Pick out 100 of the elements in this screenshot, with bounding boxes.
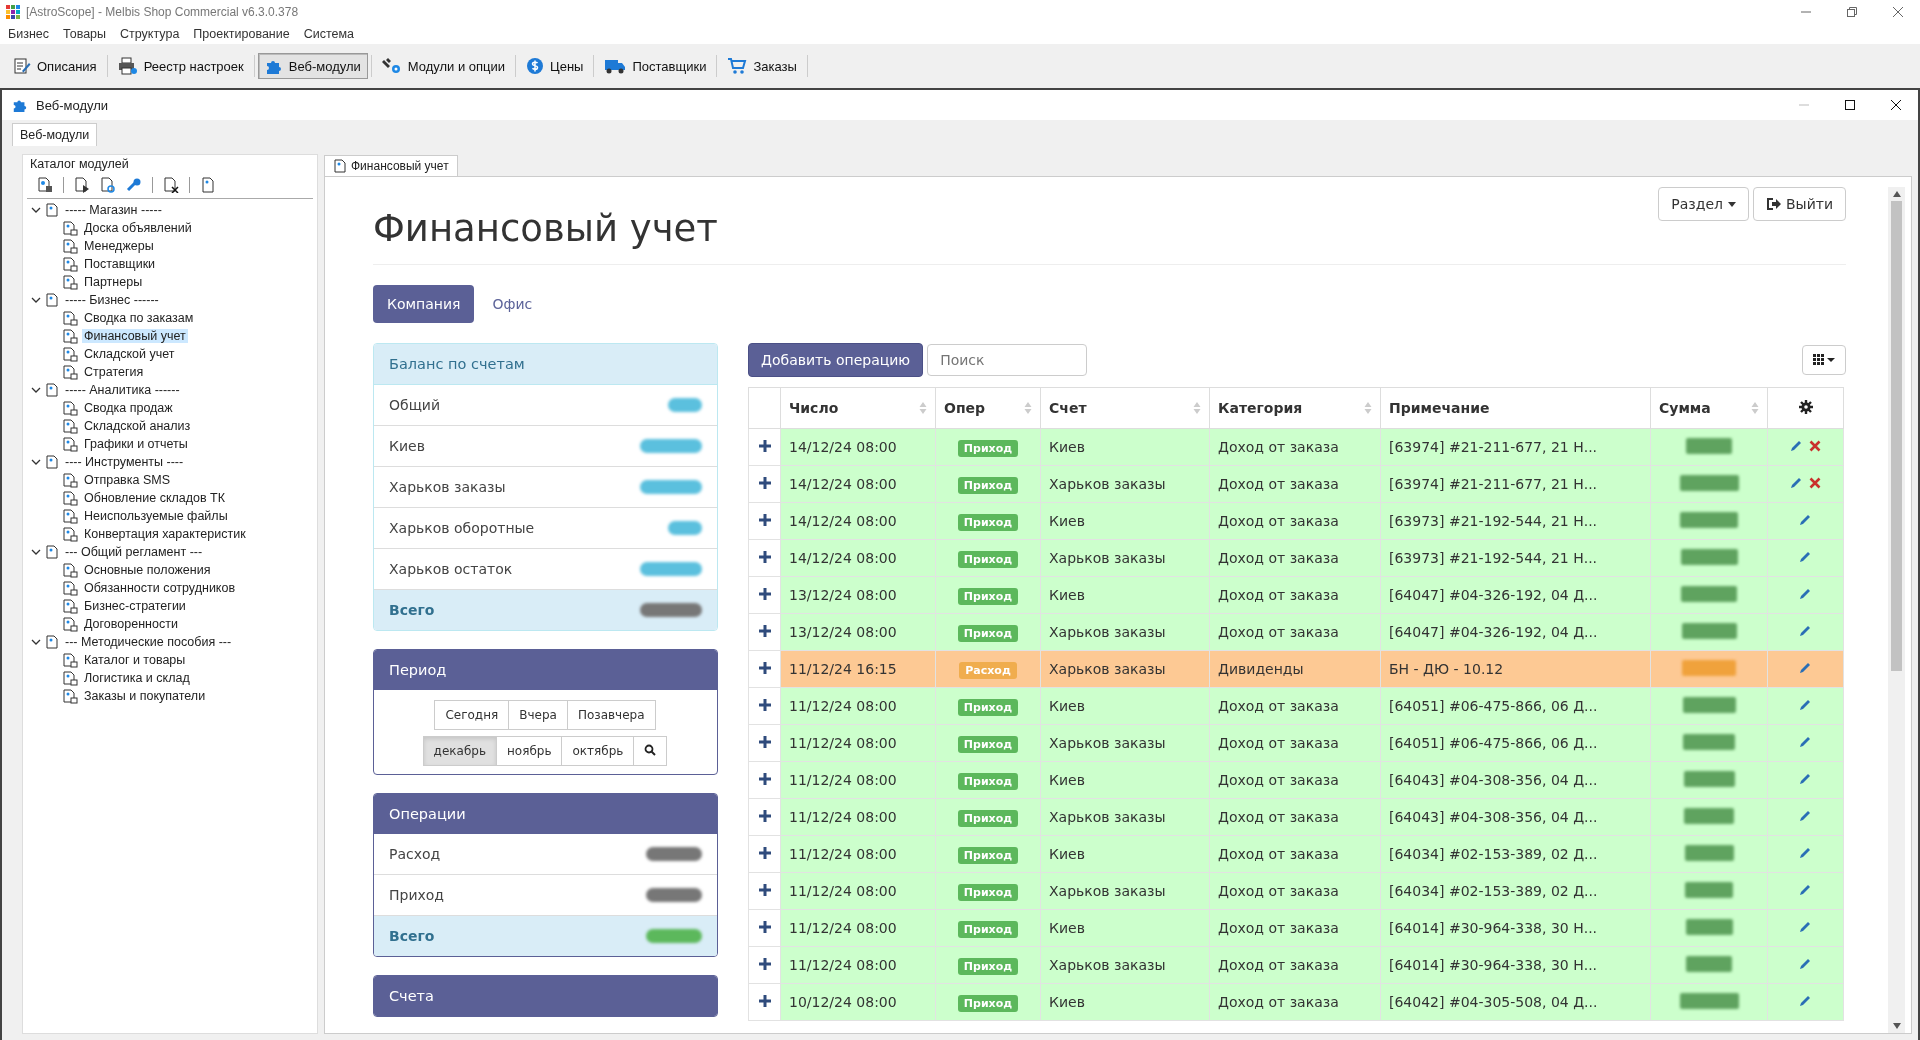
column-header[interactable]: Счет [1049,400,1087,416]
period-button[interactable]: Сегодня [434,700,510,730]
toolbar-button[interactable]: Цены [519,53,591,79]
edit-icon[interactable] [1799,513,1812,526]
period-button[interactable]: Вчера [508,700,568,730]
edit-icon[interactable] [1799,772,1812,785]
plus-icon[interactable] [758,551,771,563]
chevron-icon[interactable] [31,637,41,647]
tree-item[interactable]: Логистика и склад [82,671,192,685]
edit-icon[interactable] [1799,883,1812,896]
tree-item[interactable]: Складской учет [82,347,177,361]
column-header[interactable]: Сумма [1659,400,1711,416]
window-tab[interactable]: Веб-модули [12,123,98,146]
tab[interactable]: Офис [478,285,547,323]
document-tab[interactable]: Финансовый учет [324,155,458,176]
toolbar-button[interactable]: Заказы [720,53,804,79]
document-play-icon[interactable] [74,177,90,193]
close-icon[interactable] [1890,99,1902,111]
toolbar-button[interactable]: Модули и опции [374,53,513,79]
document-database-icon[interactable] [37,177,53,193]
tree-item[interactable]: Заказы и покупатели [82,689,208,703]
edit-icon[interactable] [1799,957,1812,970]
tree-item[interactable]: Менеджеры [82,239,156,253]
plus-icon[interactable] [758,662,771,674]
column-header[interactable]: Опер [944,400,986,416]
tree-item[interactable]: Каталог и товары [82,653,188,667]
tree-item[interactable]: Неиспользуемые файлы [82,509,230,523]
edit-icon[interactable] [1799,809,1812,822]
chevron-icon[interactable] [31,385,41,395]
add-operation-button[interactable]: Добавить операцию [748,343,924,377]
menu-item[interactable]: Структура [120,27,180,41]
tree-item[interactable]: --- Общий регламент --- [63,545,205,559]
plus-icon[interactable] [758,847,771,859]
tree-item[interactable]: Конвертация характеристик [82,527,248,541]
month-button[interactable]: октябрь [561,736,635,766]
document-icon[interactable] [200,177,216,193]
tree-item[interactable]: ---- Инструменты ---- [63,455,186,469]
tree-item[interactable]: Доска объявлений [82,221,194,235]
plus-icon[interactable] [758,773,771,785]
tree-item[interactable]: ----- Бизнес ------ [63,293,161,307]
search-button[interactable] [633,736,668,766]
plus-icon[interactable] [758,625,771,637]
plus-icon[interactable] [758,958,771,970]
tree-item[interactable]: Графики и отчеты [82,437,190,451]
scroll-down-icon[interactable] [1892,1023,1901,1029]
menu-item[interactable]: Бизнес [8,27,50,41]
edit-icon[interactable] [1799,846,1812,859]
tree-item[interactable]: Финансовый учет [82,329,188,343]
toolbar-button[interactable]: Описания [6,53,104,79]
tree-item[interactable]: Сводка по заказам [82,311,196,325]
maximize-icon[interactable] [1844,99,1856,111]
chevron-icon[interactable] [31,205,41,215]
column-header[interactable]: Число [789,400,839,416]
tree-item[interactable]: Основные положения [82,563,213,577]
exit-button[interactable]: Выйти [1753,187,1846,221]
toolbar-button[interactable]: Реестр настроек [110,53,251,79]
chevron-icon[interactable] [31,295,41,305]
search-field[interactable]: Поиск [927,344,1088,376]
column-header[interactable]: Категория [1218,400,1303,416]
plus-icon[interactable] [758,995,771,1007]
edit-icon[interactable] [1799,661,1812,674]
tree-item[interactable]: ----- Магазин ----- [63,203,164,217]
month-button[interactable]: декабрь [422,736,497,766]
tree-item[interactable]: ----- Аналитика ------ [63,383,182,397]
edit-icon[interactable] [1799,920,1812,933]
tree-item[interactable]: Обязанности сотрудников [82,581,238,595]
tree-item[interactable]: Складской анализ [82,419,193,433]
chevron-icon[interactable] [31,547,41,557]
plus-icon[interactable] [758,440,771,452]
plus-icon[interactable] [758,514,771,526]
toolbar-button[interactable]: Поставщики [597,53,714,79]
columns-dropdown[interactable] [1802,345,1846,375]
tree-item[interactable]: Партнеры [82,275,145,289]
tree-item[interactable]: Стратегия [82,365,146,379]
plus-icon[interactable] [758,921,771,933]
scrollbar[interactable] [1888,187,1905,1033]
tree-item[interactable]: Отправка SMS [82,473,173,487]
column-header[interactable]: Примечание [1389,400,1490,416]
plus-icon[interactable] [758,477,771,489]
plus-icon[interactable] [758,884,771,896]
document-refresh-icon[interactable] [100,177,116,193]
edit-icon[interactable] [1799,994,1812,1007]
edit-icon[interactable] [1799,698,1812,711]
edit-icon[interactable] [1799,587,1812,600]
wrench-icon[interactable] [126,177,142,193]
plus-icon[interactable] [758,810,771,822]
delete-icon[interactable] [1809,440,1821,452]
scroll-up-icon[interactable] [1892,191,1901,197]
plus-icon[interactable] [758,588,771,600]
tree-item[interactable]: Договоренности [82,617,180,631]
edit-icon[interactable] [1790,476,1803,489]
month-button[interactable]: ноябрь [496,736,563,766]
edit-icon[interactable] [1799,550,1812,563]
menu-item[interactable]: Проектирование [193,27,290,41]
edit-icon[interactable] [1799,735,1812,748]
restore-icon[interactable] [1846,6,1858,18]
settings-icon[interactable] [1798,399,1813,414]
tree-item[interactable]: Обновление складов ТК [82,491,228,505]
tree-item[interactable]: Бизнес-стратегии [82,599,188,613]
plus-icon[interactable] [758,699,771,711]
